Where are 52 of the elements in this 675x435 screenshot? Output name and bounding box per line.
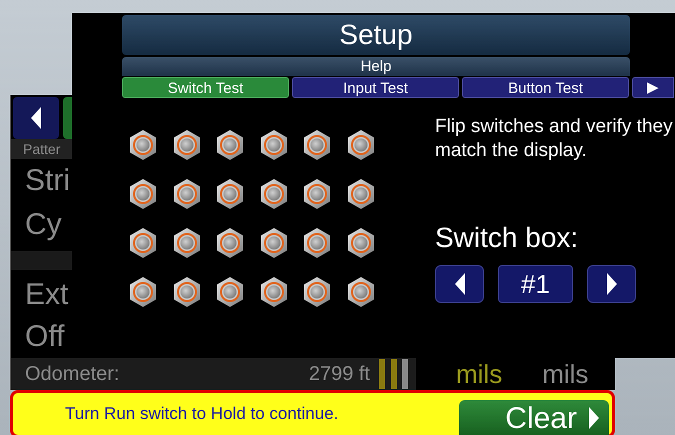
switch-indicator-icon (128, 276, 158, 308)
setting-label: Ext (25, 277, 68, 313)
switch-indicator-icon (258, 276, 288, 308)
odometer-value: 2799 ft (308, 362, 370, 387)
switch-indicator-icon (258, 129, 288, 161)
tab[interactable]: Button Test (462, 77, 629, 98)
divider-bar (11, 251, 73, 270)
instructions-text: Flip switches and verify they match the display. (435, 115, 674, 163)
unit-label: mils (542, 358, 588, 390)
switch-indicator-icon (346, 227, 376, 259)
switch-indicator-icon (128, 129, 158, 161)
dialog-title: Setup (122, 15, 630, 55)
help-button[interactable]: Help (122, 57, 630, 76)
switch-indicator-icon (302, 178, 332, 210)
switch-indicator-icon (172, 178, 202, 210)
switch-indicator-icon (215, 178, 245, 210)
switch-indicator-icon (258, 178, 288, 210)
left-triangle-icon (31, 107, 41, 129)
switch-indicator-icon (346, 276, 376, 308)
switch-indicator-icon (215, 276, 245, 308)
right-triangle-icon (589, 407, 599, 429)
switch-indicator-icon (172, 129, 202, 161)
switch-indicator-icon (346, 178, 376, 210)
switch-indicator-icon (128, 227, 158, 259)
odometer-label: Odometer: (25, 362, 120, 387)
unit-label: mils (456, 358, 502, 390)
left-triangle-icon (454, 273, 464, 295)
message-text: Turn Run switch to Hold to continue. (65, 403, 338, 426)
setting-label: Off (25, 319, 64, 355)
switch-indicator-icon (346, 129, 376, 161)
right-triangle-icon (606, 273, 616, 295)
switch-indicator-icon (172, 227, 202, 259)
tab[interactable]: Switch Test (122, 77, 289, 98)
switch-indicator-icon (172, 276, 202, 308)
switch-box-label: Switch box: (435, 221, 580, 255)
switch-indicator-icon (215, 227, 245, 259)
setting-label: Stri (25, 163, 70, 199)
tab[interactable]: Input Test (292, 77, 459, 98)
next-button[interactable] (587, 265, 636, 303)
clear-button[interactable]: Clear (459, 400, 609, 435)
switch-indicator-icon (215, 129, 245, 161)
more-tabs-button[interactable]: ▶ (632, 77, 674, 98)
switch-indicator-icon (302, 227, 332, 259)
previous-button[interactable] (435, 265, 484, 303)
switch-box-number: #1 (498, 265, 573, 303)
switch-indicator-icon (258, 227, 288, 259)
switch-indicator-icon (302, 276, 332, 308)
switch-indicator-icon (302, 129, 332, 161)
setting-label: Cy (25, 207, 62, 243)
pattern-header: Patter (11, 139, 73, 159)
switch-indicator-icon (128, 178, 158, 210)
back-button[interactable] (13, 97, 59, 139)
